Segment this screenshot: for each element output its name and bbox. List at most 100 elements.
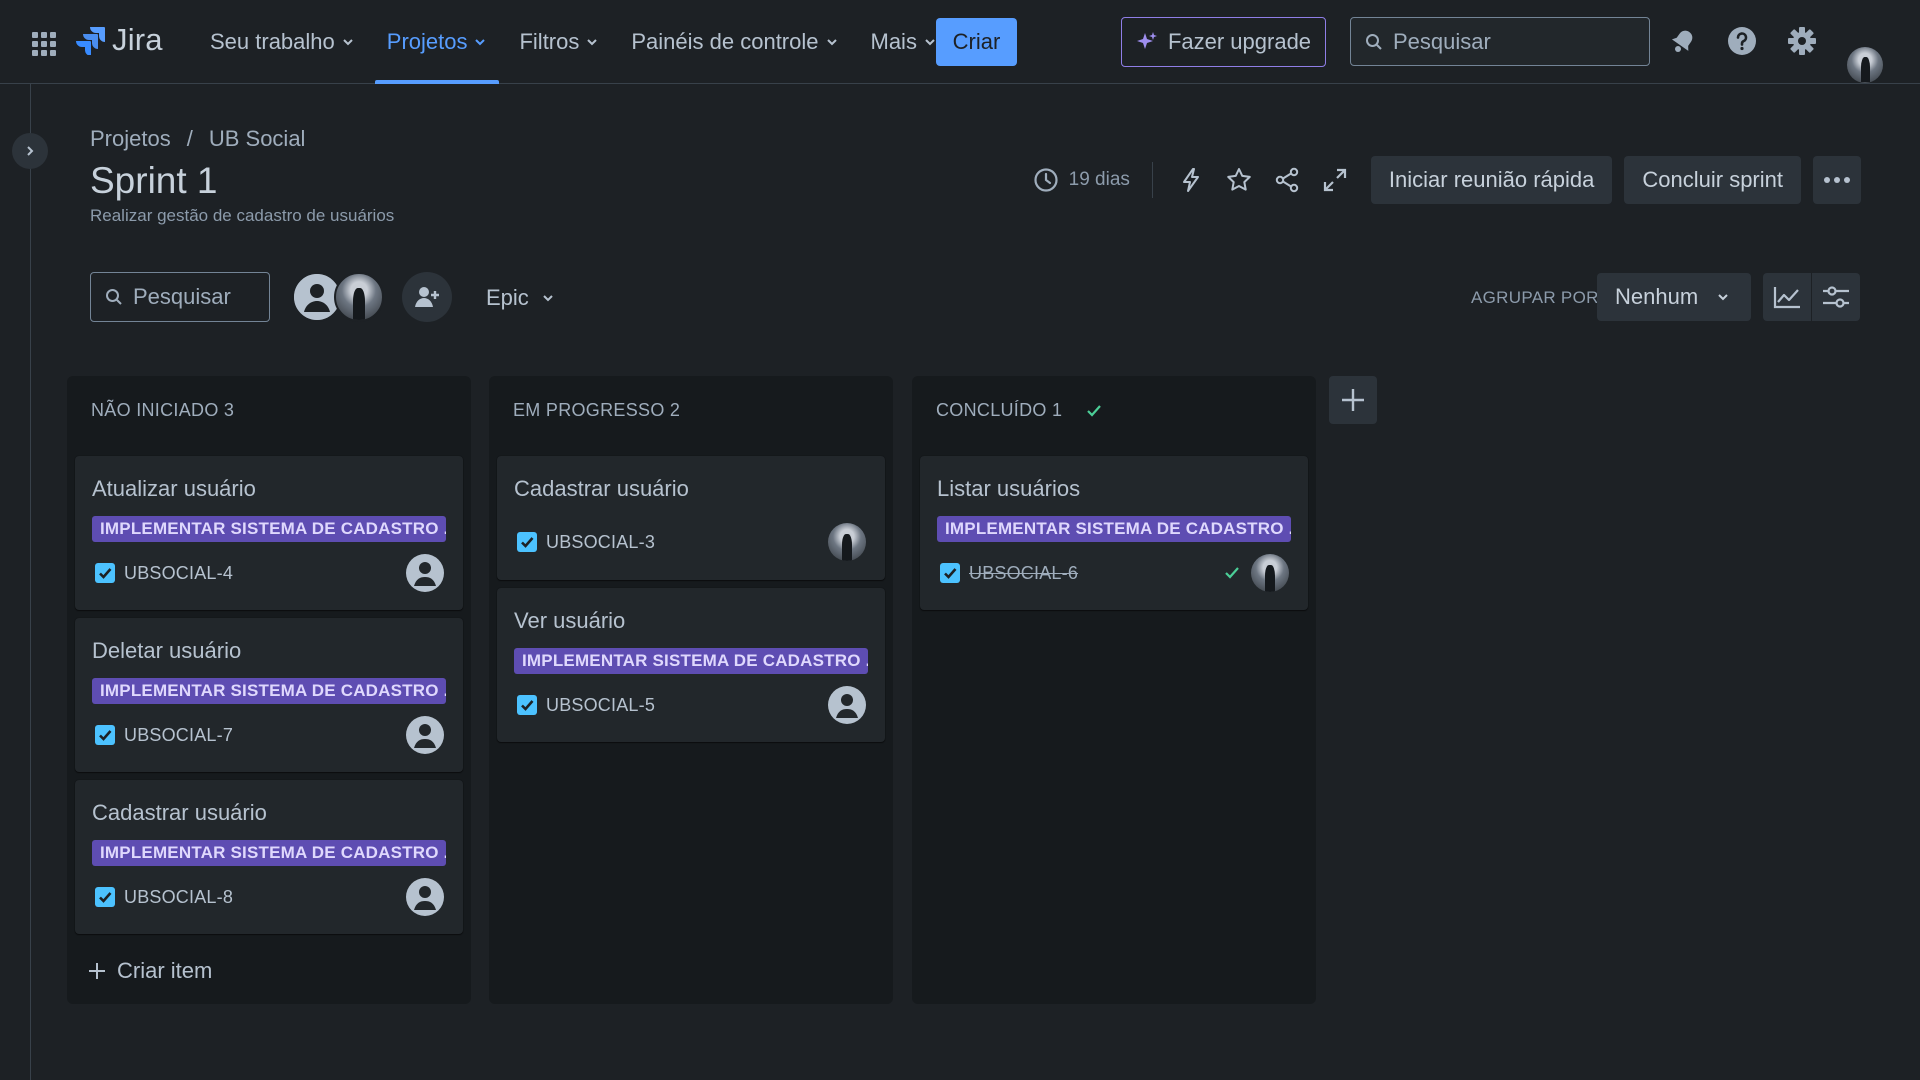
column-header: EM PROGRESSO 2 [513, 400, 680, 421]
automation-button[interactable] [1167, 156, 1215, 204]
clock-icon [1033, 167, 1059, 193]
chevron-down-icon [825, 35, 839, 49]
unassigned-avatar[interactable] [406, 878, 444, 916]
more-actions-button[interactable] [1813, 156, 1861, 204]
chevron-right-icon [23, 144, 37, 158]
issue-key-row: UBSOCIAL-5 [516, 694, 655, 716]
share-button[interactable] [1263, 156, 1311, 204]
nav-filters[interactable]: Filtros [503, 0, 615, 84]
lightning-icon [1179, 167, 1203, 193]
group-by-label: AGRUPAR POR [1471, 288, 1599, 307]
insights-button[interactable] [1763, 273, 1811, 321]
issue-title: Cadastrar usuário [514, 476, 689, 501]
column-title: EM PROGRESSO 2 [513, 400, 681, 420]
chevron-down-icon [585, 35, 599, 49]
star-button[interactable] [1215, 156, 1263, 204]
days-label: 19 dias [1068, 169, 1130, 190]
view-settings-button[interactable] [1812, 273, 1860, 321]
add-people-button[interactable] [402, 272, 452, 322]
nav-your-work[interactable]: Seu trabalho [194, 0, 371, 84]
unassigned-avatar[interactable] [828, 686, 866, 724]
column-title: NÃO INICIADO 3 [91, 400, 235, 420]
nav-label: Filtros [519, 29, 580, 54]
help-icon[interactable] [1725, 24, 1759, 58]
epic-badge: IMPLEMENTAR SISTEMA DE CADASTRO ... [937, 516, 1291, 542]
chevron-down-icon [541, 291, 555, 305]
unassigned-avatar[interactable] [406, 554, 444, 592]
epic-badge: IMPLEMENTAR SISTEMA DE CADASTRO ... [92, 840, 446, 866]
main-menu: Seu trabalho Projetos Filtros Painéis de… [194, 0, 953, 84]
create-item-button[interactable]: Criar item [87, 958, 212, 984]
breadcrumb-project[interactable]: UB Social [209, 126, 306, 152]
more-icon [1823, 176, 1851, 184]
issue-card[interactable]: Deletar usuário IMPLEMENTAR SISTEMA DE C… [75, 618, 463, 772]
search-placeholder: Pesquisar [1393, 28, 1491, 54]
fullscreen-button[interactable] [1311, 156, 1359, 204]
notification-icon[interactable] [1666, 24, 1700, 58]
issue-key-row: UBSOCIAL-3 [516, 531, 655, 553]
logo-text: Jira [112, 22, 163, 57]
add-people-icon [413, 283, 441, 311]
checkbox-icon [939, 562, 961, 584]
sprint-days-remaining: 19 dias [1033, 167, 1130, 193]
complete-sprint-button[interactable]: Concluir sprint [1624, 156, 1801, 204]
issue-key-row: UBSOCIAL-4 [94, 562, 233, 584]
search-placeholder: Pesquisar [133, 284, 231, 309]
chevron-down-icon [473, 35, 487, 49]
global-search-input[interactable]: Pesquisar [1350, 17, 1650, 66]
epic-filter-dropdown[interactable]: Epic [472, 274, 569, 322]
nav-label: Painéis de controle [631, 29, 819, 54]
settings-icon[interactable] [1785, 24, 1819, 58]
nav-projects[interactable]: Projetos [371, 0, 504, 84]
issue-key-row: UBSOCIAL-7 [94, 724, 233, 746]
create-button[interactable]: Criar [936, 18, 1017, 66]
issue-card[interactable]: Cadastrar usuário IMPLEMENTAR SISTEMA DE… [75, 780, 463, 934]
nav-label: Projetos [386, 29, 468, 54]
plus-icon [87, 961, 107, 981]
issue-card[interactable]: Ver usuário IMPLEMENTAR SISTEMA DE CADAS… [497, 588, 885, 742]
issue-title: Listar usuários [937, 476, 1081, 501]
start-meeting-button[interactable]: Iniciar reunião rápida [1370, 156, 1613, 204]
issue-key: UBSOCIAL-3 [546, 531, 656, 552]
top-navigation: Jira Seu trabalho Projetos Filtros Painé… [0, 0, 1920, 84]
plus-icon [1339, 386, 1367, 414]
checkbox-icon [94, 724, 116, 746]
issue-key: UBSOCIAL-8 [124, 886, 234, 907]
create-item-label: Criar item [117, 958, 213, 983]
header-actions: 19 dias Iniciar reunião rápida Concluir … [1033, 156, 1861, 204]
star-icon [1225, 166, 1253, 194]
app-switcher-icon[interactable] [30, 30, 58, 58]
issue-title: Atualizar usuário [92, 476, 256, 501]
share-icon [1273, 166, 1301, 194]
column-title: CONCLUÍDO 1 [936, 400, 1063, 420]
profile-avatar[interactable] [1847, 46, 1883, 83]
assignee-avatar[interactable] [828, 523, 866, 561]
unassigned-avatar[interactable] [406, 716, 444, 754]
board-search-input[interactable]: Pesquisar [90, 272, 270, 322]
nav-dashboards[interactable]: Painéis de controle [615, 0, 854, 84]
issue-card[interactable]: Atualizar usuário IMPLEMENTAR SISTEMA DE… [75, 456, 463, 610]
sprint-goal: Realizar gestão de cadastro de usuários [90, 206, 395, 225]
assignee-filter [292, 272, 384, 322]
issue-card[interactable]: Listar usuários IMPLEMENTAR SISTEMA DE C… [920, 456, 1308, 610]
checkbox-icon [94, 562, 116, 584]
board-column-in-progress: EM PROGRESSO 2 Cadastrar usuário UBSOCIA… [489, 376, 893, 1004]
chevron-down-icon [1716, 290, 1730, 304]
chevron-down-icon [923, 35, 937, 49]
issue-key: UBSOCIAL-6 [969, 562, 1079, 583]
breadcrumb-projects[interactable]: Projetos [90, 126, 171, 152]
breadcrumb: Projetos / UB Social [90, 126, 305, 152]
expand-sidebar-button[interactable] [12, 133, 48, 169]
add-column-button[interactable] [1329, 376, 1377, 424]
group-by-select[interactable]: Nenhum [1597, 273, 1751, 321]
upgrade-button[interactable]: Fazer upgrade [1121, 17, 1326, 67]
column-header: NÃO INICIADO 3 [91, 400, 234, 421]
jira-logo[interactable]: Jira [76, 22, 163, 58]
chevron-down-icon [341, 35, 355, 49]
assignee-avatar[interactable] [1251, 554, 1289, 592]
user-avatar[interactable] [334, 272, 384, 322]
issue-key: UBSOCIAL-4 [124, 562, 234, 583]
issue-card[interactable]: Cadastrar usuário UBSOCIAL-3 [497, 456, 885, 580]
search-icon [105, 288, 123, 306]
issue-title: Ver usuário [514, 608, 626, 633]
